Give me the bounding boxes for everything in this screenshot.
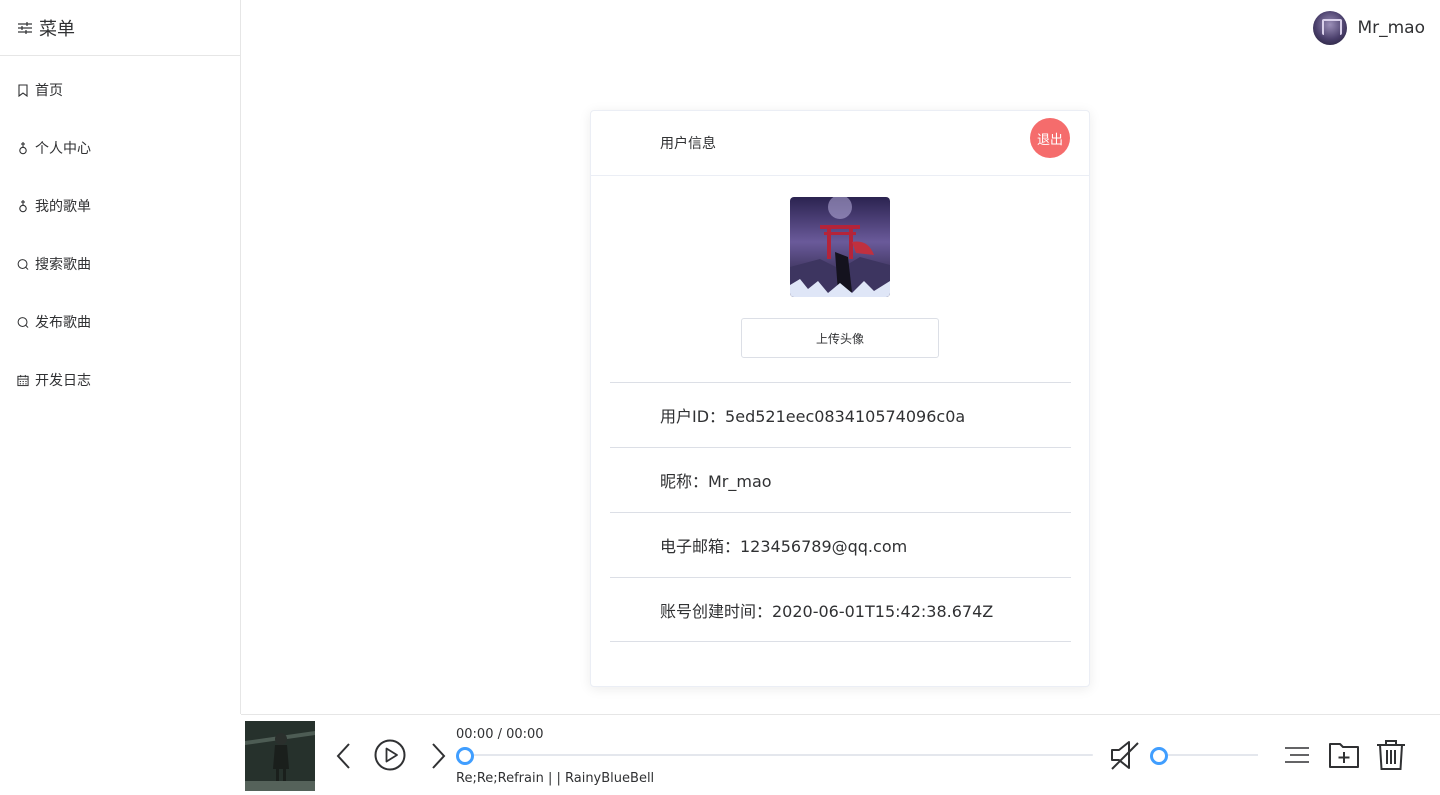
username: Mr_mao <box>1357 18 1425 38</box>
volume-handle[interactable] <box>1150 747 1168 765</box>
mute-button[interactable] <box>1107 738 1143 772</box>
sidebar-item-profile[interactable]: 个人中心 <box>0 119 240 177</box>
sidebar-item-label: 开发日志 <box>35 373 91 389</box>
sidebar-item-publish-song[interactable]: 发布歌曲 <box>0 293 240 351</box>
previous-button[interactable] <box>331 741 355 771</box>
album-cover <box>245 721 315 791</box>
music-player: 00:00 / 00:00 Re;Re;Refrain | | RainyBlu… <box>241 714 1440 795</box>
user-id-text: 用户ID：5ed521eec083410574096c0a <box>660 407 966 426</box>
mute-icon <box>1111 741 1139 770</box>
trash-icon <box>1377 740 1405 770</box>
volume-bar[interactable] <box>1158 754 1258 756</box>
sidebar-item-dev-log[interactable]: 开发日志 <box>0 351 240 409</box>
sidebar-title: 菜单 <box>39 18 75 40</box>
sidebar-item-my-playlist[interactable]: 我的歌单 <box>0 177 240 235</box>
avatar-image <box>790 197 890 297</box>
sidebar-item-home[interactable]: 首页 <box>0 61 240 119</box>
play-button[interactable] <box>374 739 406 771</box>
progress-bar[interactable] <box>464 754 1093 756</box>
time-display: 00:00 / 00:00 <box>456 727 544 742</box>
card-title: 用户信息 <box>660 136 716 152</box>
sidebar-item-label: 发布歌曲 <box>35 315 91 331</box>
nickname-row: 昵称：Mr_mao <box>610 447 1071 512</box>
user-id-row: 用户ID：5ed521eec083410574096c0a <box>610 382 1071 447</box>
sidebar-header: 菜单 <box>0 0 240 56</box>
add-folder-icon <box>1329 743 1359 768</box>
search-icon <box>17 257 29 271</box>
profile-avatar <box>790 197 890 297</box>
sidebar-item-label: 搜索歌曲 <box>35 257 91 273</box>
next-icon <box>432 743 446 769</box>
card-header: 用户信息 退出 <box>591 111 1089 176</box>
user-info-card: 用户信息 退出 上传头像 用户ID：5ed521eec083410574096c… <box>590 110 1090 687</box>
logout-button[interactable]: 退出 <box>1030 118 1070 158</box>
female-icon <box>17 141 29 155</box>
female-icon <box>17 199 29 213</box>
calendar-icon <box>17 373 29 387</box>
sidebar-item-search-songs[interactable]: 搜索歌曲 <box>0 235 240 293</box>
user-info-list: 用户ID：5ed521eec083410574096c0a 昵称：Mr_mao … <box>610 382 1071 642</box>
progress-handle[interactable] <box>456 747 474 765</box>
playlist-icon <box>1285 747 1309 763</box>
song-title: Re;Re;Refrain | | RainyBlueBell <box>456 771 655 786</box>
created-row: 账号创建时间：2020-06-01T15:42:38.674Z <box>610 577 1071 642</box>
next-button[interactable] <box>427 741 451 771</box>
sidebar-item-label: 我的歌单 <box>35 199 91 215</box>
upload-avatar-button[interactable]: 上传头像 <box>741 318 939 358</box>
add-to-folder-button[interactable] <box>1327 740 1361 770</box>
created-text: 账号创建时间：2020-06-01T15:42:38.674Z <box>660 601 994 621</box>
prev-icon <box>336 743 350 769</box>
search-icon <box>17 315 29 329</box>
nickname-text: 昵称：Mr_mao <box>660 472 772 491</box>
user-menu[interactable]: Mr_mao <box>1313 11 1425 45</box>
email-text: 电子邮箱：123456789@qq.com <box>660 537 908 556</box>
sidebar-menu: 首页 个人中心 我的歌单 搜索歌曲 发布歌曲 开发日志 <box>0 61 240 409</box>
sidebar-item-label: 个人中心 <box>35 141 91 157</box>
bookmark-icon <box>17 83 29 97</box>
play-icon <box>374 739 406 771</box>
album-cover-image <box>245 721 315 791</box>
email-row: 电子邮箱：123456789@qq.com <box>610 512 1071 577</box>
delete-button[interactable] <box>1375 738 1407 772</box>
playlist-button[interactable] <box>1284 745 1310 765</box>
sidebar: 菜单 首页 个人中心 我的歌单 搜索歌曲 发布歌曲 开发日志 <box>0 0 241 714</box>
avatar <box>1313 11 1348 45</box>
sliders-icon <box>18 21 32 34</box>
sidebar-item-label: 首页 <box>35 83 63 99</box>
